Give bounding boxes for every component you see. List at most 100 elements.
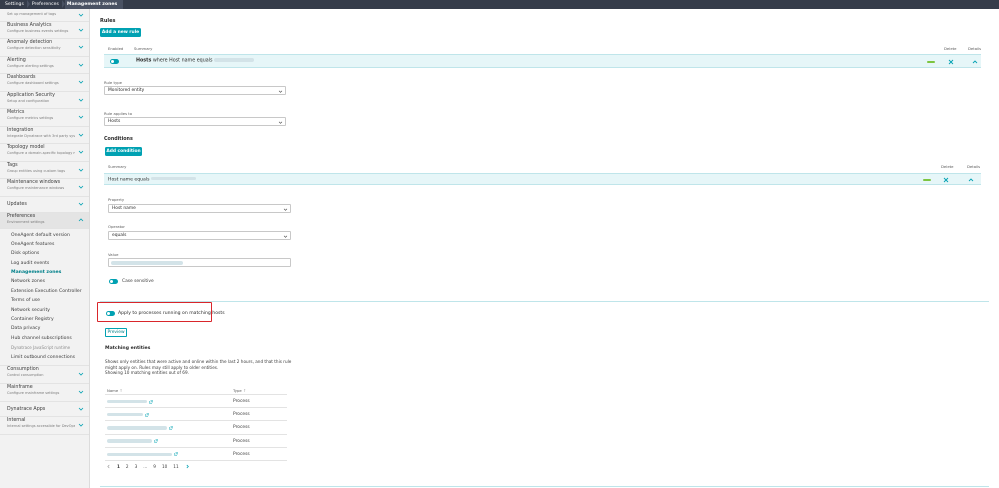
sidebar-subitem-log-audit-events[interactable]: Log audit events [0, 259, 89, 268]
rule-type-select[interactable]: Monitored entity [104, 86, 286, 95]
col-type[interactable]: Type ↑ [233, 388, 246, 393]
preview-button[interactable]: Preview [105, 328, 127, 337]
prev-page-icon[interactable] [106, 464, 111, 469]
page-3[interactable]: 3 [135, 464, 138, 469]
sidebar-item-anomaly-detection[interactable]: Anomaly detection Configure detection sen… [0, 39, 89, 57]
col-enabled: Enabled [108, 46, 124, 51]
col-name-label: Name [107, 388, 119, 393]
operator-select[interactable]: equals [108, 231, 291, 240]
external-link-icon[interactable] [154, 439, 158, 443]
rule-enabled-toggle[interactable] [110, 59, 119, 64]
sidebar-subitem-oneagent-default-version[interactable]: OneAgent default version [0, 231, 89, 240]
sidebar-item-title: Dynatrace Apps [7, 406, 46, 412]
page-2[interactable]: 2 [126, 464, 129, 469]
sidebar-item-consumption[interactable]: Consumption Control consumption [0, 366, 89, 384]
chevron-down-icon [78, 167, 84, 173]
sidebar-item-sub: Configure alerting settings [7, 63, 54, 68]
rule-row[interactable]: Hosts where Host name equals [104, 54, 981, 68]
add-condition-button[interactable]: Add condition [105, 147, 142, 156]
status-indicator [923, 179, 931, 181]
external-link-icon[interactable] [149, 399, 153, 404]
rule-summary-entity: Hosts [136, 58, 152, 64]
collapse-condition-icon[interactable] [968, 177, 974, 183]
sidebar-subitem-terms-of-use[interactable]: Terms of use [0, 296, 89, 305]
redacted-value [107, 399, 147, 404]
entity-type: Process [233, 438, 250, 444]
sidebar-subitem-hub-channel-subscriptions[interactable]: Hub channel subscriptions [0, 334, 89, 343]
external-link-icon[interactable] [145, 412, 149, 417]
status-indicator [927, 61, 935, 63]
sidebar-item-dynatrace-apps[interactable]: Dynatrace Apps [0, 402, 89, 417]
sidebar-item-updates[interactable]: Updates [0, 197, 89, 213]
sidebar-subitem-container-registry[interactable]: Container Registry [0, 315, 89, 324]
col-name[interactable]: Name ↑ [107, 388, 123, 393]
delete-rule-icon[interactable] [948, 59, 954, 65]
entity-name[interactable] [107, 425, 173, 431]
chevron-down-icon [78, 201, 84, 207]
external-link-icon[interactable] [169, 426, 173, 430]
sidebar-item-metrics[interactable]: Metrics Configure metrics settings [0, 109, 89, 127]
external-link-icon[interactable] [174, 452, 178, 456]
cond-col-summary: Summary [108, 164, 127, 169]
table-header: Name ↑ Type ↑ [105, 386, 287, 395]
sidebar-item-preferences[interactable]: Preferences Environment settings [0, 212, 89, 229]
property-value: Host name [112, 206, 136, 211]
page-1[interactable]: 1 [117, 464, 120, 469]
chevron-down-icon [78, 27, 84, 33]
sidebar-item-application-security[interactable]: Application Security Setup and configurat… [0, 92, 89, 109]
matching-desc-line3: Showing 10 matching entities out of 69. [105, 370, 189, 376]
entity-name[interactable] [107, 452, 178, 458]
annotation-highlight-box [97, 302, 212, 322]
entity-name[interactable] [107, 399, 153, 405]
delete-condition-icon[interactable] [943, 177, 949, 183]
redacted-value [151, 176, 197, 180]
sidebar-item-alerting[interactable]: Alerting Configure alerting settings [0, 57, 89, 74]
page-ellipsis: ... [143, 464, 148, 469]
sidebar-item-internal[interactable]: Internal Internal settings accessible for… [0, 417, 89, 435]
sidebar-item-mainframe[interactable]: Mainframe Configure mainframe settings [0, 384, 89, 402]
case-sensitive-toggle[interactable] [109, 279, 118, 284]
sort-icon: ↑ [119, 388, 123, 393]
chevron-down-icon [278, 120, 283, 125]
collapse-rule-icon[interactable] [972, 59, 978, 65]
page-11[interactable]: 11 [173, 464, 178, 469]
breadcrumb-settings[interactable]: Settings [3, 0, 30, 9]
sidebar-item-business-analytics[interactable]: Business Analytics Configure business eve… [0, 22, 89, 39]
entity-name[interactable] [107, 412, 149, 418]
sidebar-item-sub: Configure dashboard settings [7, 81, 59, 85]
sidebar-subitem-management-zones[interactable]: Management zones [0, 268, 89, 277]
page-9[interactable]: 9 [153, 464, 156, 469]
next-page-icon[interactable] [185, 464, 190, 469]
sidebar-subitem-network-zones[interactable]: Network zones [0, 277, 89, 286]
add-new-rule-button[interactable]: Add a new rule [100, 28, 141, 37]
operator-value: equals [112, 233, 127, 238]
rule-applies-select[interactable]: Hosts [104, 117, 286, 126]
entity-name[interactable] [107, 439, 158, 445]
sidebar-subitem-extension-execution-controller[interactable]: Extension Execution Controller [0, 287, 89, 296]
sidebar-item-dashboards[interactable]: Dashboards Configure dashboard settings [0, 74, 89, 92]
property-select[interactable]: Host name [108, 204, 291, 213]
sidebar-item-tags[interactable]: Tags Group entities using custom tags [0, 162, 89, 179]
redacted-value [111, 261, 183, 265]
main-content: Rules Add a new rule Enabled Summary Del… [90, 9, 999, 488]
sidebar-item-sub: Set up management of tags [7, 11, 57, 16]
sidebar-item-topology-model[interactable]: Topology model Configure a domain-specifi… [0, 144, 89, 162]
condition-row[interactable]: Host name equals [104, 173, 981, 185]
rule-type-value: Monitored entity [108, 88, 145, 93]
sidebar-subitem-limit-outbound-connections[interactable]: Limit outbound connections [0, 353, 89, 362]
sidebar-item-partial[interactable]: Set up management of tags [0, 12, 89, 22]
redacted-value [214, 58, 255, 62]
breadcrumb-preferences[interactable]: Preferences [30, 0, 65, 9]
page-10[interactable]: 10 [162, 464, 167, 469]
section-divider [100, 486, 989, 487]
chevron-down-icon [78, 12, 84, 18]
sidebar-item-maintenance-windows[interactable]: Maintenance windows Configure maintenance… [0, 179, 89, 197]
sidebar-subitem-data-privacy[interactable]: Data privacy [0, 324, 89, 333]
sidebar-subitem-oneagent-features[interactable]: OneAgent features [0, 240, 89, 249]
sidebar-subitem-disk-options[interactable]: Disk options [0, 249, 89, 258]
sidebar-item-integration[interactable]: Integration Integrate Dynatrace with 3rd … [0, 127, 89, 144]
value-input[interactable] [108, 258, 291, 267]
sidebar-subitem-network-security[interactable]: Network security [0, 306, 89, 315]
sidebar-subitem-dynatrace-javascript-runtime[interactable]: Dynatrace JavaScript runtime [0, 343, 89, 352]
redacted-value [107, 426, 167, 430]
